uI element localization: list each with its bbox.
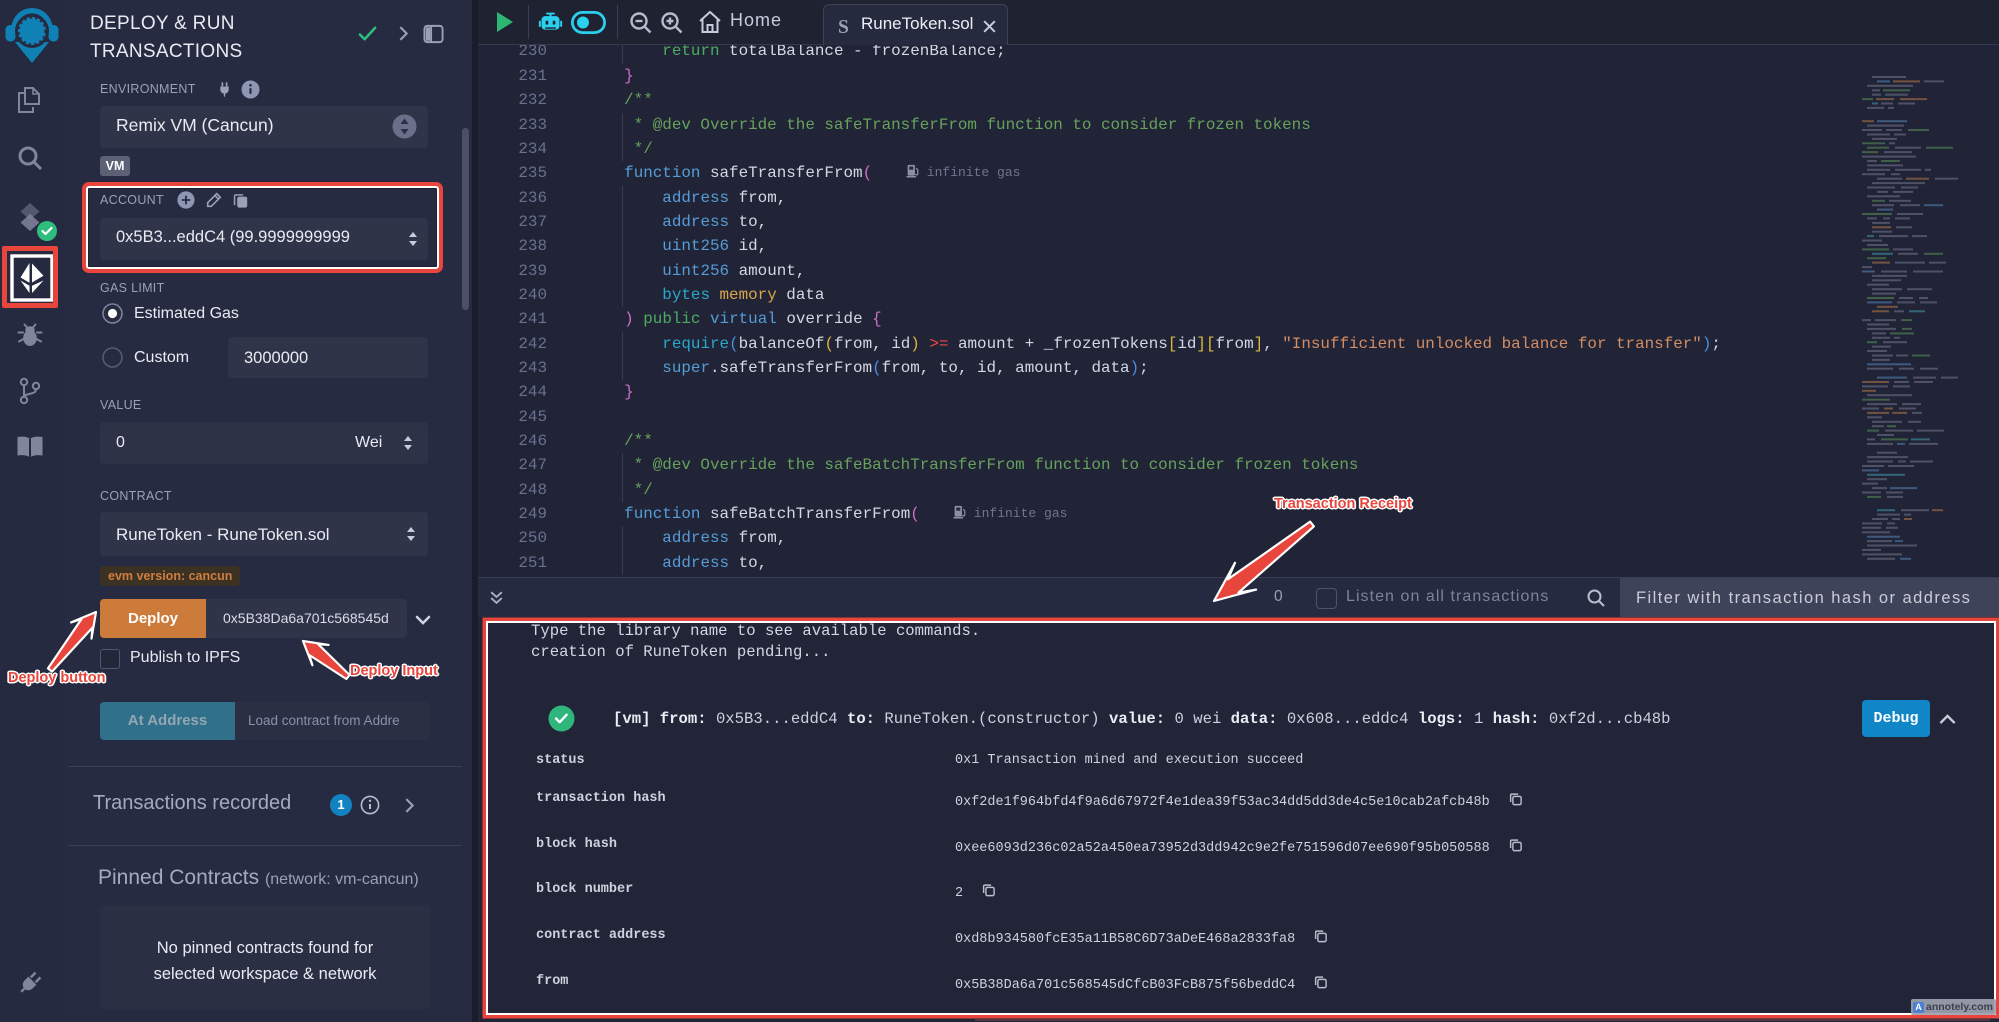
svg-text:S: S [838, 17, 849, 38]
